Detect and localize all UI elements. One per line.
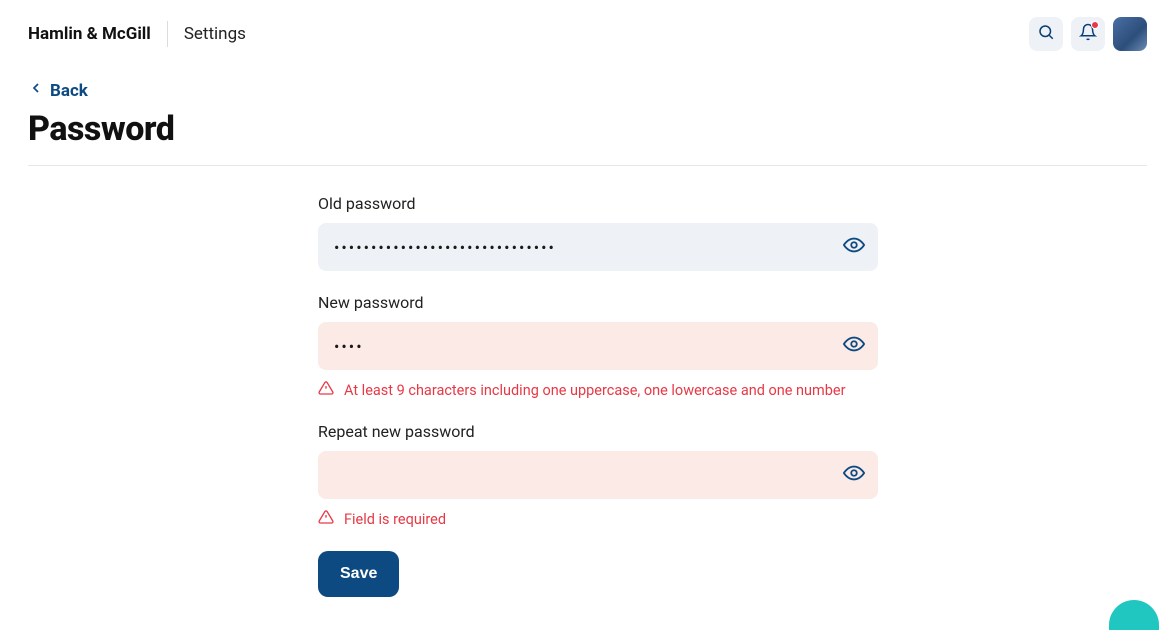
old-password-input[interactable] bbox=[334, 223, 830, 271]
back-label: Back bbox=[50, 81, 88, 101]
toggle-repeat-password-visibility[interactable] bbox=[840, 461, 868, 489]
eye-icon bbox=[843, 333, 865, 359]
notification-dot-icon bbox=[1091, 21, 1099, 29]
repeat-password-input-wrap bbox=[318, 451, 878, 499]
eye-icon bbox=[843, 234, 865, 260]
new-password-field: New password At least 9 characters inclu… bbox=[318, 293, 878, 400]
old-password-input-wrap bbox=[318, 223, 878, 271]
new-password-input-wrap bbox=[318, 322, 878, 370]
header-left: Hamlin & McGill Settings bbox=[28, 21, 246, 47]
warning-icon bbox=[318, 509, 334, 529]
warning-icon bbox=[318, 380, 334, 400]
repeat-password-label: Repeat new password bbox=[318, 422, 878, 441]
new-password-error-text: At least 9 characters including one uppe… bbox=[344, 382, 846, 399]
notifications-button[interactable] bbox=[1071, 17, 1105, 51]
toggle-old-password-visibility[interactable] bbox=[840, 233, 868, 261]
chevron-left-icon bbox=[28, 80, 44, 101]
old-password-field: Old password bbox=[318, 194, 878, 271]
section-label: Settings bbox=[184, 24, 246, 44]
divider-horizontal bbox=[28, 165, 1147, 166]
avatar[interactable] bbox=[1113, 17, 1147, 51]
repeat-password-input[interactable] bbox=[334, 451, 830, 499]
save-button[interactable]: Save bbox=[318, 551, 399, 597]
chat-widget[interactable] bbox=[1109, 600, 1159, 630]
old-password-label: Old password bbox=[318, 194, 878, 213]
search-icon bbox=[1037, 23, 1055, 45]
new-password-error: At least 9 characters including one uppe… bbox=[318, 380, 878, 400]
eye-icon bbox=[843, 462, 865, 488]
page-body: Back Password Old password New password bbox=[0, 68, 1175, 597]
search-button[interactable] bbox=[1029, 17, 1063, 51]
new-password-input[interactable] bbox=[334, 322, 830, 370]
toggle-new-password-visibility[interactable] bbox=[840, 332, 868, 360]
new-password-label: New password bbox=[318, 293, 878, 312]
header: Hamlin & McGill Settings bbox=[0, 0, 1175, 68]
repeat-password-error: Field is required bbox=[318, 509, 878, 529]
repeat-password-field: Repeat new password Field is required bbox=[318, 422, 878, 529]
page-title: Password bbox=[28, 109, 1147, 149]
password-form: Old password New password bbox=[318, 194, 878, 597]
back-link[interactable]: Back bbox=[28, 80, 88, 101]
header-right bbox=[1029, 17, 1147, 51]
repeat-password-error-text: Field is required bbox=[344, 511, 446, 528]
brand-name: Hamlin & McGill bbox=[28, 24, 151, 44]
divider bbox=[167, 21, 168, 47]
